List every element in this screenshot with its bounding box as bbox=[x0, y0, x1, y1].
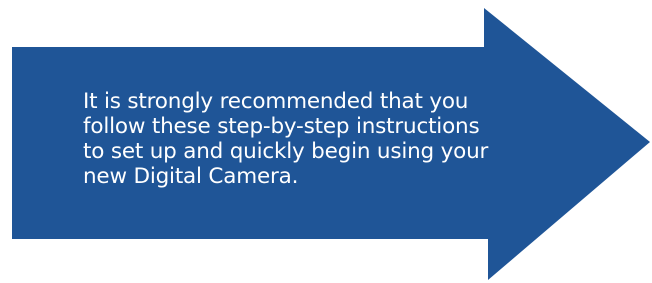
recommendation-text: It is strongly recommended that you foll… bbox=[83, 89, 489, 189]
callout-canvas: It is strongly recommended that you foll… bbox=[0, 0, 652, 283]
